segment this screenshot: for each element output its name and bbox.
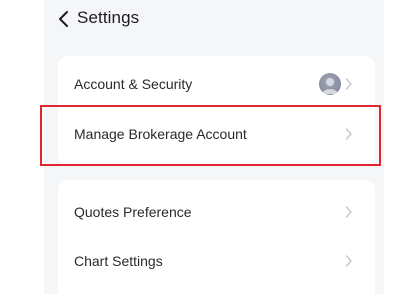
header-bar: Settings — [44, 0, 384, 38]
settings-item-manage-brokerage-account[interactable]: Manage Brokerage Account — [58, 114, 375, 154]
settings-group-preferences: Quotes Preference Chart Settings — [58, 180, 375, 300]
settings-item-label: Manage Brokerage Account — [74, 126, 247, 142]
settings-group-account: Account & Security Manage Brokerage Acco… — [58, 56, 375, 166]
settings-item-chart-settings[interactable]: Chart Settings — [58, 241, 375, 281]
settings-item-quotes-preference[interactable]: Quotes Preference — [58, 192, 375, 232]
chevron-right-icon — [345, 77, 353, 91]
avatar — [319, 73, 341, 95]
chevron-right-icon — [345, 127, 353, 141]
settings-screen: Settings Account & Security Manage Broke… — [44, 0, 384, 300]
settings-item-account-security[interactable]: Account & Security — [58, 64, 375, 104]
settings-item-label: Chart Settings — [74, 253, 163, 269]
chevron-left-icon — [56, 9, 72, 29]
page-title: Settings — [77, 8, 140, 27]
settings-item-label: Account & Security — [74, 76, 193, 92]
settings-item-label: Quotes Preference — [74, 204, 192, 220]
chevron-right-icon — [345, 254, 353, 268]
back-button[interactable] — [56, 9, 72, 29]
chevron-right-icon — [345, 205, 353, 219]
